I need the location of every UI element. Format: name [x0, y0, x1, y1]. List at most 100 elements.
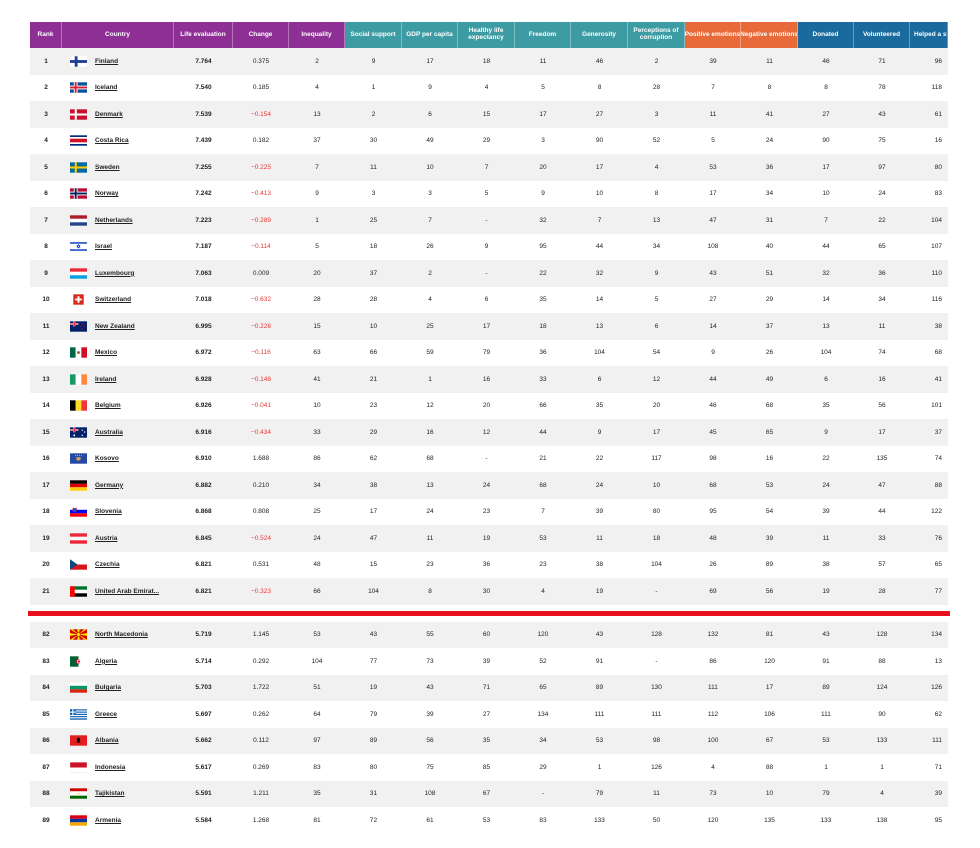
country-link[interactable]: Kosovo	[95, 455, 119, 462]
metric-cell-healthy-life-expectancy: 60	[482, 631, 491, 639]
metric-cell-helped-a-stranger: 74	[934, 455, 942, 463]
metric-cell-positive-emotions: 68	[709, 481, 717, 489]
country-link[interactable]: Armenia	[95, 817, 121, 824]
column-header-volunteered[interactable]: Volunteered	[854, 22, 910, 48]
costarica-flag-icon	[70, 135, 87, 146]
metric-cell-healthy-life-expectancy: 35	[482, 737, 491, 745]
column-header-rank[interactable]: Rank	[30, 22, 62, 48]
metric-cell-generosity: 24	[595, 481, 604, 489]
metric-cell-generosity: 44	[595, 243, 604, 251]
kosovo-flag-icon	[70, 453, 87, 464]
metric-cell-generosity: 104	[594, 349, 605, 357]
column-header-perceptions-of-corruption[interactable]: Perceptions of corruption	[628, 22, 685, 48]
country-link[interactable]: Austria	[95, 535, 117, 542]
column-header-helped-a-stranger[interactable]: Helped a stranger	[910, 22, 948, 48]
metric-cell-generosity: 13	[595, 322, 604, 330]
metric-cell-positive-emotions: 95	[709, 508, 717, 516]
metric-cell-volunteered: 90	[878, 710, 886, 718]
metric-cell-positive-emotions: 120	[707, 816, 719, 824]
metric-cell-helped-a-stranger: 122	[931, 508, 942, 516]
metric-cell-inequality: 97	[313, 737, 321, 745]
metric-cell-freedom: 21	[539, 455, 547, 463]
austria-flag-icon	[70, 533, 87, 544]
country-link[interactable]: Finland	[95, 58, 118, 65]
metric-cell-negative-emotions: 67	[765, 737, 774, 745]
column-header-inequality[interactable]: Inequality	[289, 22, 345, 48]
metric-cell-inequality: 9	[315, 190, 319, 198]
metric-cell-volunteered: 24	[878, 190, 886, 198]
metric-cell-healthy-life-expectancy: 71	[482, 684, 491, 692]
country-link[interactable]: Ireland	[95, 376, 116, 383]
country-link[interactable]: Algeria	[95, 658, 117, 665]
country-link[interactable]: Slovenia	[95, 508, 122, 515]
metric-cell-negative-emotions: 39	[765, 534, 774, 542]
metric-cell-negative-emotions: 56	[765, 587, 774, 595]
column-header-change[interactable]: Change	[233, 22, 289, 48]
country-link[interactable]: United Arab Emirat...	[95, 588, 159, 595]
metric-cell-perceptions-of-corruption: 104	[651, 561, 662, 569]
metric-cell-healthy-life-expectancy: 15	[482, 110, 491, 118]
country-link[interactable]: Israel	[95, 243, 112, 250]
country-link[interactable]: North Macedonia	[95, 631, 148, 638]
metric-cell-volunteered: 1	[880, 763, 884, 771]
metric-cell-volunteered: 44	[878, 508, 886, 516]
metric-cell-gdp-per-capita: 12	[426, 402, 434, 410]
column-header-country[interactable]: Country	[62, 22, 174, 48]
country-link[interactable]: Albania	[95, 737, 118, 744]
country-link[interactable]: Greece	[95, 711, 117, 718]
country-link[interactable]: Bulgaria	[95, 684, 121, 691]
metric-cell-generosity: 22	[595, 455, 604, 463]
metric-cell-negative-emotions: 65	[765, 428, 774, 436]
metric-cell-volunteered: 133	[876, 737, 888, 745]
country-link[interactable]: Iceland	[95, 84, 117, 91]
life-evaluation-cell: 7.540	[195, 84, 212, 92]
metric-cell-negative-emotions: 31	[765, 216, 774, 224]
rank-cell: 88	[42, 790, 50, 798]
country-link[interactable]: New Zealand	[95, 323, 135, 330]
column-header-social-support[interactable]: Social support	[345, 22, 402, 48]
metric-cell-donated: 90	[822, 137, 830, 145]
country-link[interactable]: Belgium	[95, 402, 121, 409]
rank-cell: 17	[42, 481, 50, 489]
country-link[interactable]: Denmark	[95, 111, 123, 118]
metric-cell-donated: 19	[822, 587, 830, 595]
metric-cell-inequality: 28	[313, 296, 321, 304]
country-link[interactable]: Germany	[95, 482, 123, 489]
metric-cell-volunteered: 34	[878, 296, 886, 304]
table-row: 82 North Macedonia 5.719 1.145 53 43 55 60 120 43…	[30, 621, 948, 648]
country-link[interactable]: Indonesia	[95, 764, 125, 771]
country-link[interactable]: Norway	[95, 190, 118, 197]
metric-cell-freedom: 83	[539, 816, 547, 824]
country-link[interactable]: Costa Rica	[95, 137, 129, 144]
metric-cell-volunteered: 36	[878, 269, 886, 277]
column-header-life-evaluation[interactable]: Life evaluation	[174, 22, 233, 48]
metric-cell-generosity: 89	[595, 684, 604, 692]
metric-cell-generosity: 19	[595, 587, 604, 595]
metric-cell-inequality: 37	[313, 137, 321, 145]
column-header-gdp-per-capita[interactable]: GDP per capita	[402, 22, 458, 48]
column-header-positive-emotions[interactable]: Positive emotions	[685, 22, 741, 48]
table-row: 19 Austria 6.845 −0.524 24 47 11 19 53 11 18 48 39 11…	[30, 525, 948, 552]
country-link[interactable]: Switzerland	[95, 296, 131, 303]
column-header-freedom[interactable]: Freedom	[515, 22, 571, 48]
change-cell: 1.722	[252, 684, 270, 692]
change-cell: −0.225	[250, 163, 272, 171]
column-header-negative-emotions[interactable]: Negative emotions	[741, 22, 798, 48]
metric-cell-social-support: 29	[369, 428, 378, 436]
metric-cell-positive-emotions: 73	[709, 790, 717, 798]
country-link[interactable]: Australia	[95, 429, 123, 436]
metric-cell-inequality: 10	[313, 402, 321, 410]
metric-cell-healthy-life-expectancy: 36	[482, 561, 491, 569]
country-link[interactable]: Sweden	[95, 164, 120, 171]
country-link[interactable]: Netherlands	[95, 217, 133, 224]
country-link[interactable]: Mexico	[95, 349, 117, 356]
change-cell: −0.114	[251, 243, 271, 251]
column-header-healthy-life-expectancy[interactable]: Healthy life expectancy	[458, 22, 515, 48]
column-header-donated[interactable]: Donated	[798, 22, 854, 48]
column-header-generosity[interactable]: Generosity	[571, 22, 628, 48]
country-link[interactable]: Luxembourg	[95, 270, 134, 277]
country-link[interactable]: Czechia	[95, 561, 120, 568]
country-cell: Norway	[62, 181, 174, 208]
armenia-flag-icon	[70, 815, 87, 826]
country-link[interactable]: Tajikistan	[95, 790, 125, 797]
